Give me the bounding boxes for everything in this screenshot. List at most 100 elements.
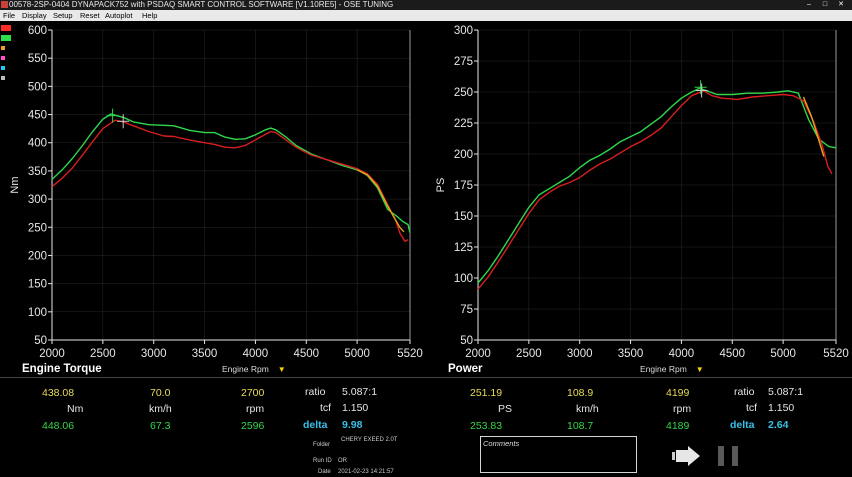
power-unit-ps: PS <box>498 403 513 415</box>
torque-delta-value: 9.98 <box>342 419 363 431</box>
power-ratio-label: ratio <box>734 386 755 398</box>
power-run2-rpm: 4189 <box>666 420 690 432</box>
maximize-button[interactable]: □ <box>818 1 832 9</box>
power-tcf-value: 1.150 <box>768 402 795 414</box>
torque-rpm-selector[interactable]: Engine Rpm ▼ <box>222 364 286 374</box>
torque-x-tick-label: 4000 <box>243 348 269 360</box>
torque-run1-speed: 70.0 <box>150 387 171 399</box>
torque-y-tick-label: 350 <box>28 166 47 178</box>
torque-y-tick-label: 300 <box>28 194 47 206</box>
power-x-tick-label: 2000 <box>465 348 491 360</box>
menu-display[interactable]: Display <box>22 10 47 21</box>
power-y-tick-label: 275 <box>454 56 473 68</box>
power-x-tick-label: 5000 <box>770 348 796 360</box>
power-y-axis-label: PS <box>435 178 447 193</box>
date-label: Date <box>318 469 331 475</box>
power-unit-rpm: rpm <box>673 403 692 415</box>
power-y-tick-label: 100 <box>454 273 473 285</box>
comments-box[interactable]: Comments <box>480 436 637 473</box>
torque-chart-title: Engine Torque <box>22 363 102 375</box>
torque-x-tick-label: 5520 <box>397 348 423 360</box>
title-bar: 00578-2SP-0404 DYNAPACK752 with PSDAQ SM… <box>0 0 852 10</box>
torque-unit-kmh: km/h <box>149 403 172 415</box>
torque-run1-value: 438.08 <box>42 387 75 399</box>
torque-x-tick-label: 4500 <box>293 348 319 360</box>
torque-rpm-label: Engine Rpm <box>222 364 269 374</box>
menu-setup[interactable]: Setup <box>53 10 73 21</box>
dropdown-arrow-icon: ▼ <box>277 365 286 374</box>
power-run2-speed: 108.7 <box>567 420 594 432</box>
folder-value: CHERY EXEED 2.0T <box>341 437 398 443</box>
power-x-tick-label: 3000 <box>567 348 593 360</box>
power-chart[interactable]: 50 75 100 125 150 175 200 225 250 275 300 2000 2500 3… <box>426 22 852 364</box>
power-delta-value: 2.64 <box>768 419 789 431</box>
torque-tcf-value: 1.150 <box>342 402 369 414</box>
torque-y-axis-label: Nm <box>9 176 21 193</box>
close-button[interactable]: ✕ <box>834 1 848 9</box>
torque-unit-rpm: rpm <box>246 403 265 415</box>
dropdown-arrow-icon: ▼ <box>695 365 704 374</box>
power-y-tick-label: 225 <box>454 118 473 130</box>
torque-y-tick-label: 200 <box>28 250 47 262</box>
torque-run1-rpm: 2700 <box>241 387 265 399</box>
power-rpm-selector[interactable]: Engine Rpm ▼ <box>640 364 704 374</box>
menu-reset[interactable]: Reset <box>80 10 100 21</box>
minimize-button[interactable]: – <box>802 1 816 9</box>
power-y-tick-label: 250 <box>454 87 473 99</box>
torque-ratio-label: ratio <box>305 386 326 398</box>
torque-y-tick-label: 450 <box>28 110 47 122</box>
power-run1-speed: 108.9 <box>567 387 594 399</box>
divider <box>0 377 852 378</box>
power-run1-rpm: 4199 <box>666 387 690 399</box>
power-tcf-label: tcf <box>746 402 758 414</box>
torque-tcf-label: tcf <box>320 402 332 414</box>
power-x-tick-label: 5520 <box>823 348 849 360</box>
power-run1-value: 251.19 <box>470 387 503 399</box>
comments-label: Comments <box>483 439 520 448</box>
power-y-tick-label: 75 <box>460 304 473 316</box>
torque-delta-label: delta <box>303 419 328 431</box>
power-x-tick-label: 2500 <box>516 348 542 360</box>
power-unit-kmh: km/h <box>576 403 599 415</box>
torque-x-tick-label: 5000 <box>344 348 370 360</box>
torque-y-tick-label: 250 <box>28 222 47 234</box>
menu-file[interactable]: File <box>3 10 15 21</box>
torque-chart[interactable]: 50 100 150 200 250 300 350 400 450 500 550 600 2000 2… <box>0 22 426 364</box>
torque-run2-rpm: 2596 <box>241 420 265 432</box>
torque-unit-nm: Nm <box>67 403 84 415</box>
torque-run2-value: 448.06 <box>42 420 75 432</box>
power-ratio-value: 5.087:1 <box>768 386 804 398</box>
menu-help[interactable]: Help <box>142 10 157 21</box>
arrow-logo-icon <box>672 446 738 466</box>
torque-x-tick-label: 2000 <box>39 348 65 360</box>
power-chart-title: Power <box>448 363 483 375</box>
run-id-label: Run ID <box>313 458 332 464</box>
window-title: 00578-2SP-0404 DYNAPACK752 with PSDAQ SM… <box>9 0 394 9</box>
power-y-tick-label: 125 <box>454 242 473 254</box>
power-x-tick-label: 4500 <box>719 348 745 360</box>
date-value: 2021-02-23 14:21:57 <box>338 469 394 475</box>
power-rpm-label: Engine Rpm <box>640 364 687 374</box>
torque-y-tick-label: 50 <box>34 335 47 347</box>
app-icon <box>1 1 8 8</box>
torque-y-tick-label: 400 <box>28 138 47 150</box>
power-delta-label: delta <box>730 419 755 431</box>
power-y-tick-label: 150 <box>454 211 473 223</box>
torque-y-tick-label: 500 <box>28 81 47 93</box>
torque-x-tick-label: 3000 <box>141 348 167 360</box>
power-x-tick-label: 3500 <box>618 348 644 360</box>
torque-y-tick-label: 600 <box>28 25 47 37</box>
power-y-tick-label: 300 <box>454 25 473 37</box>
power-series-line-2 <box>802 96 825 157</box>
menu-autoplot[interactable]: Autoplot <box>105 10 133 21</box>
menu-bar: File Display Setup Reset Autoplot Help <box>0 10 852 21</box>
power-y-tick-label: 175 <box>454 180 473 192</box>
torque-ratio-value: 5.087:1 <box>342 386 378 398</box>
torque-x-tick-label: 2500 <box>90 348 116 360</box>
power-series-line-0 <box>477 87 837 284</box>
power-y-tick-label: 50 <box>460 335 473 347</box>
torque-series-line-2 <box>356 169 405 233</box>
torque-run2-speed: 67.3 <box>150 420 171 432</box>
power-y-tick-label: 200 <box>454 149 473 161</box>
folder-label: Folder <box>313 442 331 448</box>
